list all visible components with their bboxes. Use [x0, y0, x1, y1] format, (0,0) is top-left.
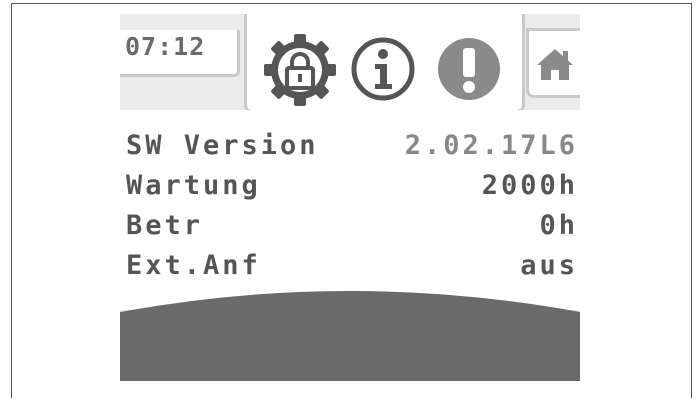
row-label: SW Version	[126, 130, 319, 161]
row-label: Ext.Anf	[126, 250, 261, 281]
info-panel: SW Version 2.02.17L6 Wartung 2000h Betr …	[120, 110, 580, 310]
info-icon[interactable]	[351, 37, 415, 101]
row-ext-anf: Ext.Anf aus	[126, 250, 578, 286]
row-value: aus	[520, 250, 578, 281]
home-icon[interactable]	[535, 47, 575, 81]
row-wartung: Wartung 2000h	[126, 170, 578, 206]
bottom-arc-bar	[120, 291, 580, 381]
settings-lock-icon[interactable]	[261, 31, 339, 109]
row-value: 2000h	[481, 170, 578, 201]
clock-time: 07:12	[125, 32, 206, 61]
home-tab[interactable]	[526, 28, 580, 98]
row-value: 2.02.17L6	[404, 130, 578, 161]
row-value: 0h	[539, 210, 578, 241]
row-betr: Betr 0h	[126, 210, 578, 246]
icon-tab-bar	[244, 14, 525, 113]
row-sw-version: SW Version 2.02.17L6	[126, 130, 578, 166]
display-screen: 07:12 SW Version 2.02.17L6 Wartung 2000h…	[120, 14, 580, 381]
alert-icon[interactable]	[437, 37, 501, 101]
row-label: Betr	[126, 210, 204, 241]
row-label: Wartung	[126, 170, 261, 201]
